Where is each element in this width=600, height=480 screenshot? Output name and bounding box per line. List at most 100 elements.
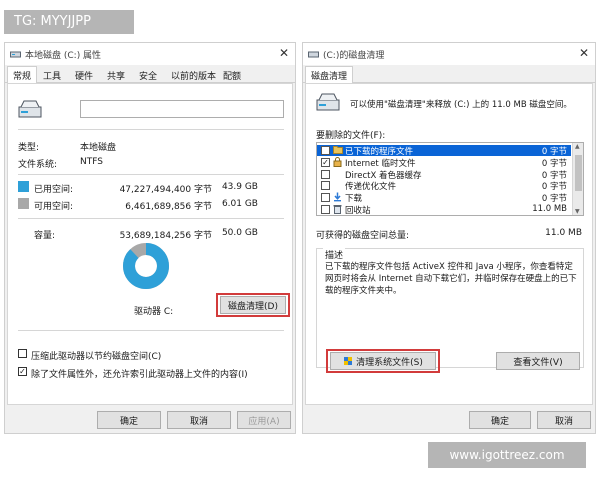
recycle-bin-icon (333, 204, 343, 214)
used-swatch (18, 181, 29, 192)
used-gb: 43.9 GB (221, 182, 258, 192)
cleanup-titlebar: (C:)的磁盘清理 ✕ (303, 43, 595, 65)
list-item[interactable]: 回收站 11.0 MB (317, 204, 571, 216)
hard-drive-icon (316, 93, 340, 111)
list-item[interactable]: 下载 0 字节 (317, 192, 571, 205)
item-size: 0 字节 (541, 170, 567, 181)
scroll-down-icon[interactable]: ▼ (575, 208, 580, 215)
index-checkbox[interactable]: ✓ (18, 367, 27, 376)
description-text: 已下载的程序文件包括 ActiveX 控件和 Java 小程序，你查看特定网页时… (325, 262, 577, 296)
item-name: 回收站 (345, 206, 371, 216)
folder-icon (333, 145, 343, 155)
item-name: 传递优化文件 (345, 182, 397, 193)
lock-icon (333, 156, 343, 167)
cleanup-icon (308, 51, 319, 58)
index-label: 除了文件属性外，还允许索引此驱动器上文件的内容(I) (31, 370, 248, 380)
drive-letter-label: 驱动器 C: (134, 307, 174, 317)
capacity-gb: 50.0 GB (221, 228, 258, 238)
tab-disk-cleanup[interactable]: 磁盘清理 (305, 66, 354, 84)
files-scrollbar[interactable]: ▲ ▼ (572, 143, 583, 215)
watermark-bottom: www.igottreez.com (428, 442, 586, 468)
donut-used (123, 243, 169, 289)
item-name: 下载 (345, 194, 363, 205)
view-files-button[interactable]: 查看文件(V) (496, 352, 580, 370)
properties-titlebar: 本地磁盘 (C:) 属性 ✕ (5, 43, 295, 65)
cancel-button[interactable]: 取消 (167, 411, 231, 429)
used-label: 已用空间: (34, 185, 74, 195)
watermark-top: TG: MYYJJPP (4, 10, 134, 34)
hard-drive-icon (18, 100, 42, 118)
close-icon[interactable]: ✕ (279, 46, 289, 60)
apply-button: 应用(A) (237, 411, 291, 429)
scroll-thumb[interactable] (575, 155, 582, 191)
capacity-bytes: 53,689,184,256 字节 (119, 231, 212, 241)
cancel-button[interactable]: 取消 (537, 411, 591, 429)
divider (18, 218, 284, 219)
divider (18, 330, 284, 331)
divider (18, 129, 284, 130)
files-list[interactable]: ✓ 已下载的程序文件 0 字节 ✓ Internet 临时文件 0 字节 DirectX 着… (316, 142, 584, 216)
blank-icon (333, 180, 343, 190)
item-checkbox[interactable] (321, 193, 330, 203)
ok-button[interactable]: 确定 (97, 411, 161, 429)
download-icon (333, 192, 343, 202)
gain-value: 11.0 MB (545, 228, 582, 238)
capacity-label: 容量: (34, 231, 56, 241)
compress-checkbox[interactable] (18, 349, 27, 358)
item-size: 0 字节 (541, 182, 567, 193)
tab-security[interactable]: 安全 (139, 69, 157, 82)
free-swatch (18, 198, 29, 209)
ok-button[interactable]: 确定 (469, 411, 531, 429)
tab-hardware[interactable]: 硬件 (75, 69, 93, 82)
item-checkbox[interactable] (321, 169, 330, 179)
blank-icon (333, 169, 343, 179)
description-label: 描述 (323, 248, 346, 261)
free-gb: 6.01 GB (221, 199, 258, 209)
files-to-delete-label: 要删除的文件(F): (316, 131, 386, 141)
item-size: 0 字节 (541, 147, 567, 157)
files-list-rows: ✓ 已下载的程序文件 0 字节 ✓ Internet 临时文件 0 字节 DirectX 着… (317, 145, 571, 216)
list-item[interactable]: 传递优化文件 0 字节 (317, 180, 571, 193)
divider (18, 174, 284, 175)
highlight-box (216, 293, 290, 317)
type-label: 类型: (18, 143, 40, 153)
tab-sharing[interactable]: 共享 (107, 69, 125, 82)
free-bytes: 6,461,689,856 字节 (125, 202, 212, 212)
tab-tools[interactable]: 工具 (43, 69, 61, 82)
tab-previous-versions[interactable]: 以前的版本 (171, 69, 216, 82)
used-bytes: 47,227,494,400 字节 (119, 185, 212, 195)
cleanup-title: (C:)的磁盘清理 (323, 51, 385, 61)
properties-tabs: 常规 工具 硬件 共享 安全 以前的版本 配额 (5, 65, 295, 84)
cleanup-tabs: 磁盘清理 (303, 65, 595, 84)
item-checkbox[interactable]: ✓ (321, 146, 330, 155)
item-checkbox[interactable] (321, 205, 330, 214)
general-panel: 类型: 本地磁盘 文件系统: NTFS 已用空间: 47,227,494,400… (7, 83, 293, 405)
type-value: 本地磁盘 (80, 143, 117, 153)
fs-value: NTFS (80, 157, 103, 167)
usage-donut (123, 243, 169, 289)
item-name: DirectX 着色器缓存 (345, 170, 422, 181)
fs-label: 文件系统: (18, 160, 58, 170)
item-size: 11.0 MB (532, 204, 567, 214)
close-icon[interactable]: ✕ (579, 46, 589, 60)
drive-name-input[interactable] (80, 100, 284, 118)
cleanup-intro: 可以使用"磁盘清理"来释放 (C:) 上的 11.0 MB 磁盘空间。 (350, 100, 572, 110)
item-checkbox[interactable] (321, 181, 330, 191)
tab-general[interactable]: 常规 (7, 66, 38, 84)
drive-icon (10, 51, 21, 58)
item-name: Internet 临时文件 (345, 158, 416, 169)
compress-label: 压缩此驱动器以节约磁盘空间(C) (31, 352, 162, 362)
list-item[interactable]: ✓ 已下载的程序文件 0 字节 (317, 145, 571, 157)
scroll-up-icon[interactable]: ▲ (575, 143, 580, 150)
properties-window: 本地磁盘 (C:) 属性 ✕ 常规 工具 硬件 共享 安全 以前的版本 配额 类… (4, 42, 296, 434)
tab-quota[interactable]: 配额 (223, 69, 241, 82)
highlight-box (326, 349, 440, 373)
list-item[interactable]: DirectX 着色器缓存 0 字节 (317, 169, 571, 181)
cleanup-window: (C:)的磁盘清理 ✕ 磁盘清理 可以使用"磁盘清理"来释放 (C:) 上的 1… (302, 42, 596, 434)
free-label: 可用空间: (34, 202, 74, 212)
gain-label: 可获得的磁盘空间总量: (316, 231, 410, 241)
list-item[interactable]: ✓ Internet 临时文件 0 字节 (317, 156, 571, 169)
properties-title: 本地磁盘 (C:) 属性 (25, 51, 102, 61)
item-size: 0 字节 (541, 194, 567, 205)
item-checkbox[interactable]: ✓ (321, 157, 330, 167)
